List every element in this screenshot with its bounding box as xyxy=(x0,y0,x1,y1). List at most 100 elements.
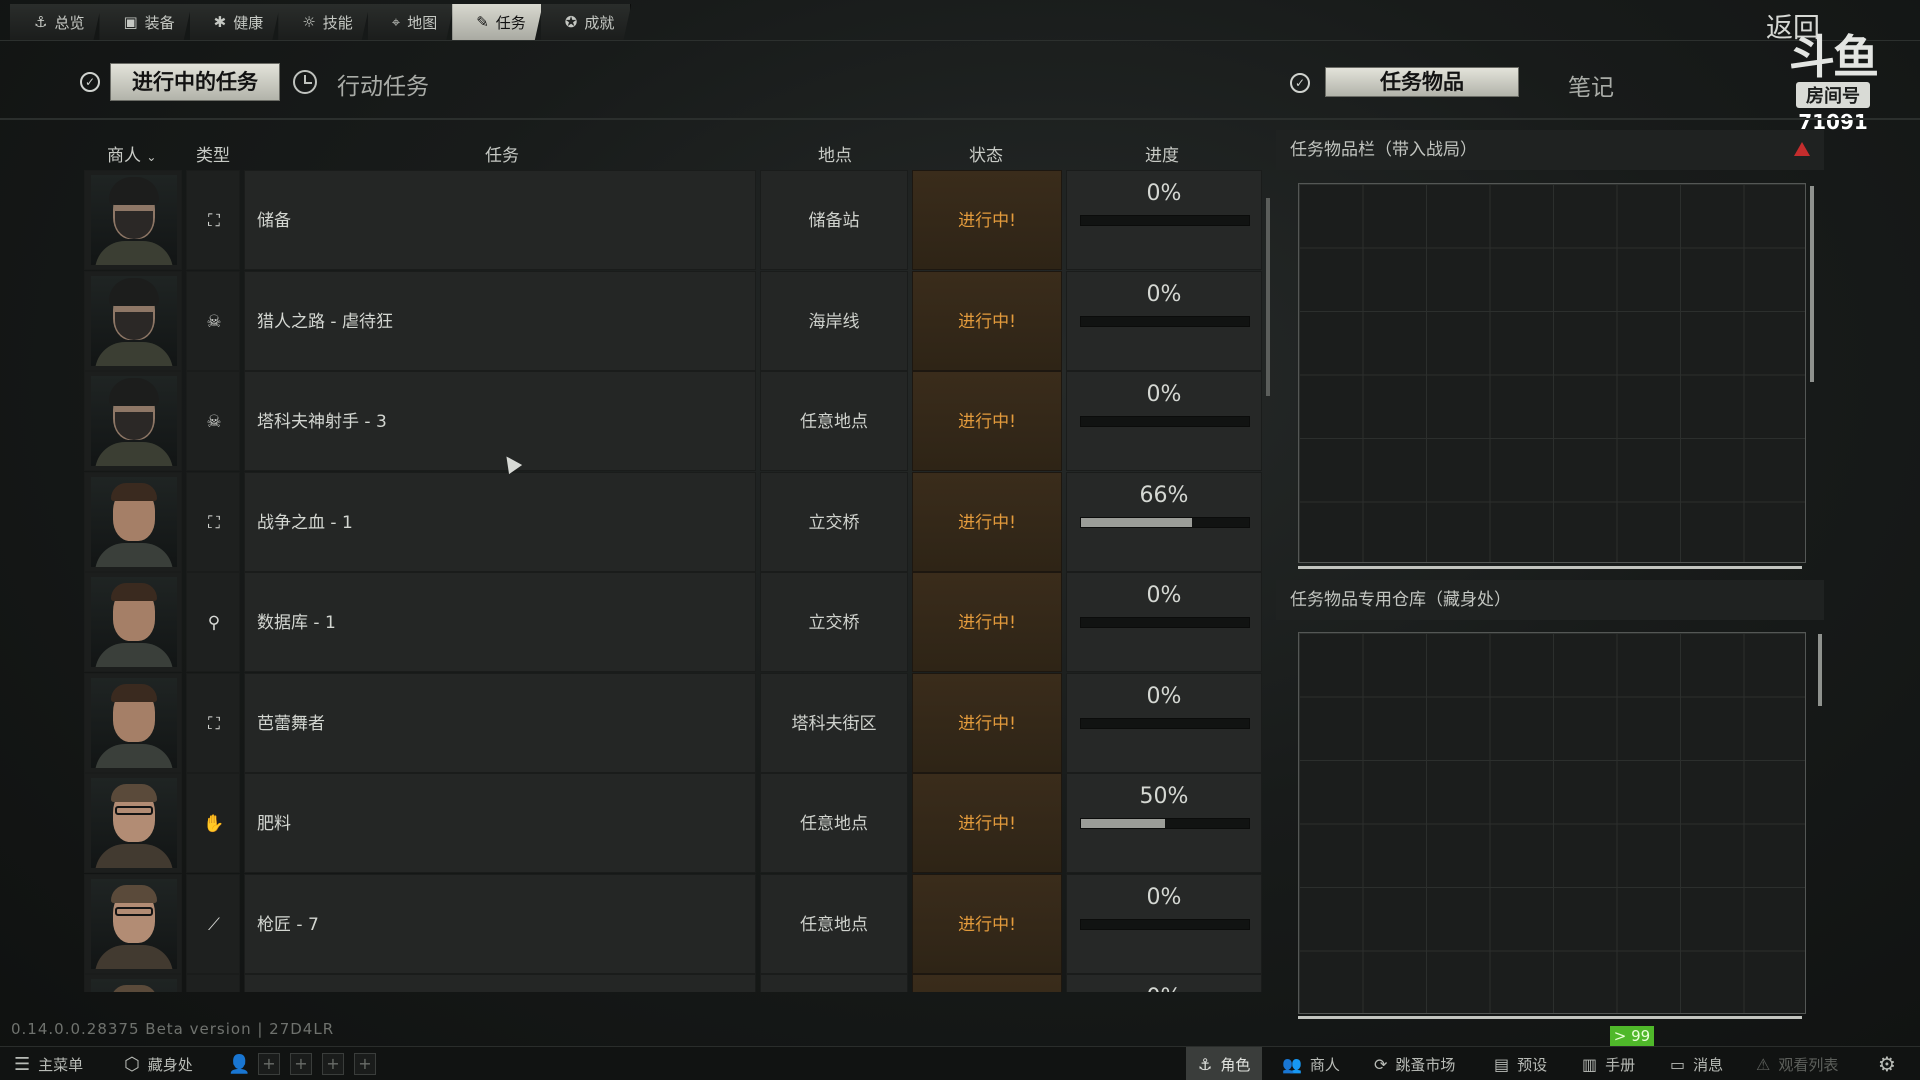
achievement-icon: ✪ xyxy=(564,12,578,31)
quest-cell: 数据库 - 1 xyxy=(244,572,756,672)
messages-button[interactable]: ▭ 消息 xyxy=(1670,1047,1723,1080)
quick-slot-plus-icon[interactable]: + xyxy=(290,1053,312,1075)
quick-slot-plus-icon[interactable]: + xyxy=(354,1053,376,1075)
tab-skills[interactable]: ☼ 技能 xyxy=(278,4,369,40)
raid-items-grid-footer xyxy=(1298,566,1802,569)
quest-cell: 芭蕾舞者 xyxy=(244,672,756,773)
tab-label: 装备 xyxy=(144,13,175,32)
flea-market-button[interactable]: ⟳ 跳蚤市场 xyxy=(1374,1047,1455,1080)
table-row[interactable]: 0% xyxy=(84,974,1264,992)
quest-list-scrollbar[interactable] xyxy=(1266,198,1270,396)
extract-icon: ⛶ xyxy=(208,211,220,231)
status-cell: 进行中! xyxy=(912,270,1062,371)
progress-bar-fill xyxy=(1081,819,1165,828)
progress-cell: 0% xyxy=(1066,873,1262,974)
avatar-jaeger xyxy=(91,175,177,265)
progress-bar xyxy=(1080,215,1250,226)
tab-tasks[interactable]: ✎ 任务 xyxy=(452,4,543,40)
table-row[interactable]: ☠ 塔科夫神射手 - 3 任意地点 进行中! 0% xyxy=(84,371,1264,471)
button-label: 消息 xyxy=(1693,1055,1724,1074)
tab-gear[interactable]: ▣ 装备 xyxy=(99,4,191,40)
progress-percent: 0% xyxy=(1067,985,1261,992)
progress-cell: 0% xyxy=(1066,170,1262,270)
menu-button[interactable]: ☰ 主菜单 xyxy=(14,1047,83,1080)
table-row[interactable]: ⛶ 芭蕾舞者 塔科夫街区 进行中! 0% xyxy=(84,672,1264,773)
trader-cell xyxy=(84,371,182,471)
flea-market-icon: ⟳ xyxy=(1374,1054,1388,1074)
progress-percent: 0% xyxy=(1146,181,1182,206)
anchor-icon: ⚓ xyxy=(34,12,48,31)
quest-status: 进行中! xyxy=(958,211,1016,231)
trader-cell xyxy=(84,471,182,572)
table-row[interactable]: ☠ 猎人之路 - 虐待狂 海岸线 进行中! 0% xyxy=(84,270,1264,371)
progress-cell: 0% xyxy=(1066,974,1262,992)
header-quest[interactable]: 任务 xyxy=(485,141,519,166)
quest-name: 枪匠 - 7 xyxy=(257,914,319,935)
raid-items-scrollbar[interactable] xyxy=(1810,186,1814,382)
quest-status: 进行中! xyxy=(958,914,1016,935)
header-trader-label: 商人 xyxy=(107,146,141,166)
watchlist-button[interactable]: ⚠ 观看列表 xyxy=(1756,1047,1838,1080)
stash-items-panel-title: 任务物品专用仓库（藏身处） xyxy=(1276,580,1824,620)
table-row[interactable]: ⛶ 战争之血 - 1 立交桥 进行中! 66% xyxy=(84,471,1264,572)
hideout-button[interactable]: ⬡ 藏身处 xyxy=(124,1047,193,1080)
location-cell: 任意地点 xyxy=(760,773,908,873)
quick-slot-plus-icon[interactable]: + xyxy=(258,1053,280,1075)
quest-status: 进行中! xyxy=(958,613,1016,633)
quick-slot-plus-icon[interactable]: + xyxy=(322,1053,344,1075)
location-cell: 立交桥 xyxy=(760,471,908,572)
tab-map-pin[interactable]: ⌖ 地图 xyxy=(368,4,454,40)
header-location[interactable]: 地点 xyxy=(818,141,852,166)
location-cell: 任意地点 xyxy=(760,873,908,974)
presets-button[interactable]: ▤ 预设 xyxy=(1494,1047,1547,1080)
header-type[interactable]: 类型 xyxy=(196,141,230,166)
table-row[interactable]: ✋ 肥料 任意地点 进行中! 50% xyxy=(84,773,1264,873)
button-label: 主菜单 xyxy=(38,1055,84,1074)
character-button[interactable]: ⚓ 角色 xyxy=(1186,1047,1263,1080)
header-progress[interactable]: 进度 xyxy=(1145,141,1179,166)
status-cell: 进行中! xyxy=(912,371,1062,471)
quest-location: 立交桥 xyxy=(808,613,860,633)
room-label: 房间号 xyxy=(1796,82,1870,108)
quest-cell: 猎人之路 - 虐待狂 xyxy=(244,270,756,371)
status-cell: 进行中! xyxy=(912,873,1062,974)
raid-items-grid[interactable] xyxy=(1298,183,1806,563)
progress-percent: 0% xyxy=(1146,382,1182,407)
traders-button[interactable]: 👥 商人 xyxy=(1282,1047,1340,1080)
settings-gear-icon[interactable]: ⚙ xyxy=(1878,1047,1896,1080)
status-cell: 进行中! xyxy=(912,672,1062,773)
avatar-jaeger xyxy=(91,275,177,366)
extract-icon: ⛶ xyxy=(208,713,220,734)
avatar-mechanic xyxy=(91,778,177,868)
trader-cell xyxy=(84,170,182,270)
check-icon: ✓ xyxy=(80,72,100,92)
tab-label: 地图 xyxy=(407,13,438,32)
tab-health[interactable]: ✱ 健康 xyxy=(190,4,281,40)
skills-icon: ☼ xyxy=(302,12,316,31)
profile-icon[interactable]: 👤 xyxy=(228,1047,250,1080)
tab-active-quests[interactable]: 进行中的任务 xyxy=(110,63,280,101)
tab-notes[interactable]: 笔记 xyxy=(1568,68,1614,102)
avatar-prapor xyxy=(91,677,177,768)
tab-label: 成就 xyxy=(584,13,615,32)
location-cell xyxy=(760,974,908,992)
status-cell: 进行中! xyxy=(912,572,1062,672)
header-trader[interactable]: 商人 ⌄ xyxy=(107,141,156,166)
warning-icon xyxy=(1794,142,1810,156)
tab-anchor[interactable]: ⚓ 总览 xyxy=(10,4,101,40)
table-row[interactable]: ⚲ 数据库 - 1 立交桥 进行中! 0% xyxy=(84,572,1264,672)
location-cell: 储备站 xyxy=(760,170,908,270)
count-badge: > 99 xyxy=(1610,1026,1654,1046)
watchlist-icon: ⚠ xyxy=(1756,1054,1771,1074)
tab-achievement[interactable]: ✪ 成就 xyxy=(541,4,632,40)
stash-items-grid[interactable] xyxy=(1298,632,1806,1014)
header-status[interactable]: 状态 xyxy=(969,141,1003,166)
avatar-mechanic xyxy=(91,979,177,992)
table-row[interactable]: ⛶ 储备 储备站 进行中! 0% xyxy=(84,170,1264,270)
tab-quest-items[interactable]: 任务物品 xyxy=(1325,67,1519,97)
stash-items-scrollbar[interactable] xyxy=(1818,634,1822,706)
handbook-button[interactable]: ▥ 手册 xyxy=(1582,1047,1635,1080)
table-row[interactable]: ⟋ 枪匠 - 7 任意地点 进行中! 0% xyxy=(84,873,1264,974)
tab-operation-quests[interactable]: 行动任务 xyxy=(337,67,429,101)
progress-bar-fill xyxy=(1081,517,1192,527)
